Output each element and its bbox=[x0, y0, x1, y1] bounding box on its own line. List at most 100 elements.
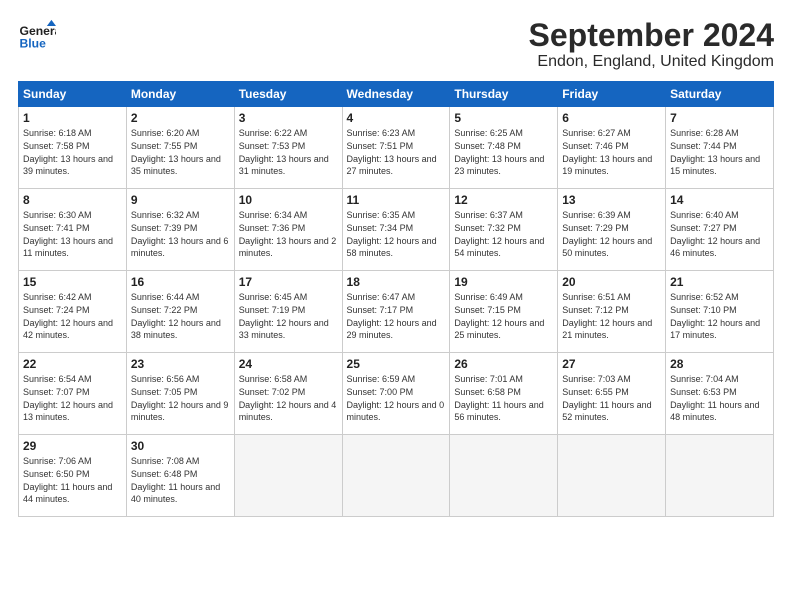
day-number: 9 bbox=[131, 192, 230, 208]
table-row: 17Sunrise: 6:45 AM Sunset: 7:19 PM Dayli… bbox=[234, 271, 342, 353]
day-number: 6 bbox=[562, 110, 661, 126]
header: General Blue September 2024 Endon, Engla… bbox=[18, 18, 774, 71]
day-info: Sunrise: 7:06 AM Sunset: 6:50 PM Dayligh… bbox=[23, 455, 122, 505]
table-row: 28Sunrise: 7:04 AM Sunset: 6:53 PM Dayli… bbox=[666, 353, 774, 435]
col-sunday: Sunday bbox=[19, 82, 127, 107]
table-row bbox=[666, 435, 774, 517]
day-info: Sunrise: 6:18 AM Sunset: 7:58 PM Dayligh… bbox=[23, 127, 122, 177]
calendar-title: September 2024 bbox=[529, 18, 774, 53]
table-row: 25Sunrise: 6:59 AM Sunset: 7:00 PM Dayli… bbox=[342, 353, 450, 435]
day-info: Sunrise: 6:23 AM Sunset: 7:51 PM Dayligh… bbox=[347, 127, 446, 177]
day-number: 21 bbox=[670, 274, 769, 290]
day-number: 28 bbox=[670, 356, 769, 372]
table-row: 24Sunrise: 6:58 AM Sunset: 7:02 PM Dayli… bbox=[234, 353, 342, 435]
day-number: 18 bbox=[347, 274, 446, 290]
table-row: 14Sunrise: 6:40 AM Sunset: 7:27 PM Dayli… bbox=[666, 189, 774, 271]
day-number: 2 bbox=[131, 110, 230, 126]
calendar-header-row: Sunday Monday Tuesday Wednesday Thursday… bbox=[19, 82, 774, 107]
day-number: 3 bbox=[239, 110, 338, 126]
title-block: September 2024 Endon, England, United Ki… bbox=[529, 18, 774, 71]
table-row: 2Sunrise: 6:20 AM Sunset: 7:55 PM Daylig… bbox=[126, 107, 234, 189]
day-info: Sunrise: 6:28 AM Sunset: 7:44 PM Dayligh… bbox=[670, 127, 769, 177]
table-row bbox=[234, 435, 342, 517]
calendar-week-row: 1Sunrise: 6:18 AM Sunset: 7:58 PM Daylig… bbox=[19, 107, 774, 189]
logo: General Blue bbox=[18, 18, 56, 56]
table-row: 8Sunrise: 6:30 AM Sunset: 7:41 PM Daylig… bbox=[19, 189, 127, 271]
day-number: 20 bbox=[562, 274, 661, 290]
day-number: 14 bbox=[670, 192, 769, 208]
day-number: 8 bbox=[23, 192, 122, 208]
table-row: 5Sunrise: 6:25 AM Sunset: 7:48 PM Daylig… bbox=[450, 107, 558, 189]
table-row: 30Sunrise: 7:08 AM Sunset: 6:48 PM Dayli… bbox=[126, 435, 234, 517]
day-info: Sunrise: 6:49 AM Sunset: 7:15 PM Dayligh… bbox=[454, 291, 553, 341]
day-info: Sunrise: 6:47 AM Sunset: 7:17 PM Dayligh… bbox=[347, 291, 446, 341]
day-info: Sunrise: 6:45 AM Sunset: 7:19 PM Dayligh… bbox=[239, 291, 338, 341]
day-info: Sunrise: 6:51 AM Sunset: 7:12 PM Dayligh… bbox=[562, 291, 661, 341]
table-row: 9Sunrise: 6:32 AM Sunset: 7:39 PM Daylig… bbox=[126, 189, 234, 271]
day-info: Sunrise: 6:37 AM Sunset: 7:32 PM Dayligh… bbox=[454, 209, 553, 259]
col-saturday: Saturday bbox=[666, 82, 774, 107]
table-row: 13Sunrise: 6:39 AM Sunset: 7:29 PM Dayli… bbox=[558, 189, 666, 271]
table-row: 6Sunrise: 6:27 AM Sunset: 7:46 PM Daylig… bbox=[558, 107, 666, 189]
day-number: 10 bbox=[239, 192, 338, 208]
day-number: 30 bbox=[131, 438, 230, 454]
day-info: Sunrise: 7:04 AM Sunset: 6:53 PM Dayligh… bbox=[670, 373, 769, 423]
day-info: Sunrise: 6:20 AM Sunset: 7:55 PM Dayligh… bbox=[131, 127, 230, 177]
day-number: 5 bbox=[454, 110, 553, 126]
table-row: 21Sunrise: 6:52 AM Sunset: 7:10 PM Dayli… bbox=[666, 271, 774, 353]
col-thursday: Thursday bbox=[450, 82, 558, 107]
day-number: 22 bbox=[23, 356, 122, 372]
day-number: 26 bbox=[454, 356, 553, 372]
table-row: 12Sunrise: 6:37 AM Sunset: 7:32 PM Dayli… bbox=[450, 189, 558, 271]
day-number: 7 bbox=[670, 110, 769, 126]
col-monday: Monday bbox=[126, 82, 234, 107]
col-wednesday: Wednesday bbox=[342, 82, 450, 107]
svg-text:Blue: Blue bbox=[20, 36, 47, 50]
day-info: Sunrise: 6:59 AM Sunset: 7:00 PM Dayligh… bbox=[347, 373, 446, 423]
day-number: 24 bbox=[239, 356, 338, 372]
day-number: 27 bbox=[562, 356, 661, 372]
table-row: 27Sunrise: 7:03 AM Sunset: 6:55 PM Dayli… bbox=[558, 353, 666, 435]
table-row bbox=[342, 435, 450, 517]
day-number: 12 bbox=[454, 192, 553, 208]
day-number: 23 bbox=[131, 356, 230, 372]
day-number: 16 bbox=[131, 274, 230, 290]
table-row: 11Sunrise: 6:35 AM Sunset: 7:34 PM Dayli… bbox=[342, 189, 450, 271]
day-info: Sunrise: 6:39 AM Sunset: 7:29 PM Dayligh… bbox=[562, 209, 661, 259]
table-row: 23Sunrise: 6:56 AM Sunset: 7:05 PM Dayli… bbox=[126, 353, 234, 435]
day-number: 17 bbox=[239, 274, 338, 290]
day-info: Sunrise: 6:52 AM Sunset: 7:10 PM Dayligh… bbox=[670, 291, 769, 341]
day-info: Sunrise: 6:32 AM Sunset: 7:39 PM Dayligh… bbox=[131, 209, 230, 259]
day-number: 11 bbox=[347, 192, 446, 208]
table-row: 7Sunrise: 6:28 AM Sunset: 7:44 PM Daylig… bbox=[666, 107, 774, 189]
calendar-week-row: 22Sunrise: 6:54 AM Sunset: 7:07 PM Dayli… bbox=[19, 353, 774, 435]
table-row: 22Sunrise: 6:54 AM Sunset: 7:07 PM Dayli… bbox=[19, 353, 127, 435]
table-row: 29Sunrise: 7:06 AM Sunset: 6:50 PM Dayli… bbox=[19, 435, 127, 517]
logo-svg: General Blue bbox=[18, 18, 56, 56]
day-info: Sunrise: 6:42 AM Sunset: 7:24 PM Dayligh… bbox=[23, 291, 122, 341]
calendar-table: Sunday Monday Tuesday Wednesday Thursday… bbox=[18, 81, 774, 517]
day-number: 13 bbox=[562, 192, 661, 208]
day-info: Sunrise: 7:08 AM Sunset: 6:48 PM Dayligh… bbox=[131, 455, 230, 505]
day-number: 1 bbox=[23, 110, 122, 126]
table-row: 20Sunrise: 6:51 AM Sunset: 7:12 PM Dayli… bbox=[558, 271, 666, 353]
day-info: Sunrise: 6:25 AM Sunset: 7:48 PM Dayligh… bbox=[454, 127, 553, 177]
table-row: 16Sunrise: 6:44 AM Sunset: 7:22 PM Dayli… bbox=[126, 271, 234, 353]
day-info: Sunrise: 6:54 AM Sunset: 7:07 PM Dayligh… bbox=[23, 373, 122, 423]
table-row: 3Sunrise: 6:22 AM Sunset: 7:53 PM Daylig… bbox=[234, 107, 342, 189]
day-number: 25 bbox=[347, 356, 446, 372]
day-info: Sunrise: 6:22 AM Sunset: 7:53 PM Dayligh… bbox=[239, 127, 338, 177]
day-number: 15 bbox=[23, 274, 122, 290]
day-number: 19 bbox=[454, 274, 553, 290]
col-tuesday: Tuesday bbox=[234, 82, 342, 107]
day-info: Sunrise: 6:58 AM Sunset: 7:02 PM Dayligh… bbox=[239, 373, 338, 423]
day-info: Sunrise: 6:40 AM Sunset: 7:27 PM Dayligh… bbox=[670, 209, 769, 259]
col-friday: Friday bbox=[558, 82, 666, 107]
day-info: Sunrise: 6:27 AM Sunset: 7:46 PM Dayligh… bbox=[562, 127, 661, 177]
day-info: Sunrise: 7:01 AM Sunset: 6:58 PM Dayligh… bbox=[454, 373, 553, 423]
table-row: 26Sunrise: 7:01 AM Sunset: 6:58 PM Dayli… bbox=[450, 353, 558, 435]
page: General Blue September 2024 Endon, Engla… bbox=[0, 0, 792, 612]
table-row: 10Sunrise: 6:34 AM Sunset: 7:36 PM Dayli… bbox=[234, 189, 342, 271]
table-row bbox=[558, 435, 666, 517]
day-info: Sunrise: 6:56 AM Sunset: 7:05 PM Dayligh… bbox=[131, 373, 230, 423]
